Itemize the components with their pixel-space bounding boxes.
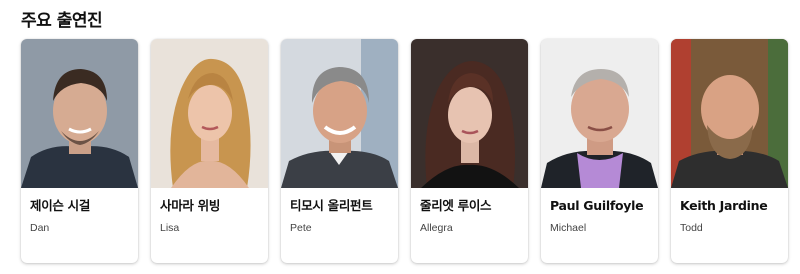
cast-name: 제이슨 시걸 [30,198,91,213]
cast-name: 줄리엣 루이스 [420,198,492,213]
cast-card[interactable]: 사마라 위빙 Lisa [151,39,268,263]
cast-photo[interactable] [151,39,268,188]
cast-role: Michael [550,222,587,234]
cast-photo[interactable] [411,39,528,188]
cast-name: 티모시 올리펀트 [290,198,373,213]
cast-card[interactable]: 티모시 올리펀트 Pete [281,39,398,263]
cast-role: Dan [30,222,50,234]
cast-photo[interactable] [671,39,788,188]
cast-photo[interactable] [541,39,658,188]
cast-list: 제이슨 시걸 Dan 사마라 위빙 Lisa 티모시 올리펀트 Pete 줄리엣… [21,39,788,263]
cast-role: Allegra [420,222,453,234]
cast-photo[interactable] [281,39,398,188]
cast-card[interactable]: Keith Jardine Todd [671,39,788,263]
cast-role: Todd [680,222,703,234]
cast-name: Paul Guilfoyle [550,198,644,213]
cast-role: Pete [290,222,312,234]
cast-name: 사마라 위빙 [160,198,221,213]
cast-photo[interactable] [21,39,138,188]
cast-name: Keith Jardine [680,198,768,213]
cast-card[interactable]: 줄리엣 루이스 Allegra [411,39,528,263]
cast-card[interactable]: 제이슨 시걸 Dan [21,39,138,263]
cast-role: Lisa [160,222,180,234]
cast-card[interactable]: Paul Guilfoyle Michael [541,39,658,263]
section-title: 주요 출연진 [21,11,103,31]
